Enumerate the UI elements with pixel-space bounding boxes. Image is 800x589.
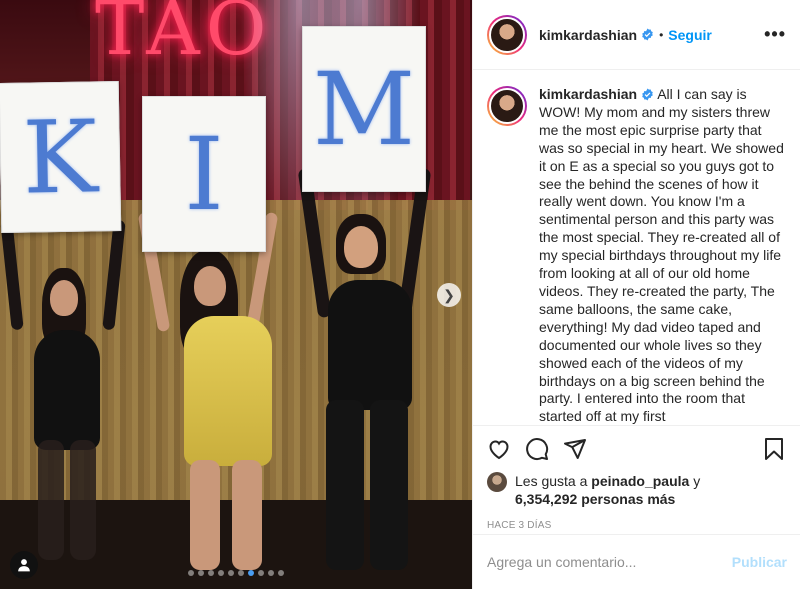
liker-username[interactable]: peinado_paula bbox=[591, 473, 689, 489]
avatar[interactable] bbox=[487, 14, 527, 55]
separator: • bbox=[659, 27, 664, 42]
post-actions-section: Les gusta a peinado_paula y 6,354,292 pe… bbox=[473, 425, 800, 538]
carousel-dot bbox=[278, 570, 284, 576]
carousel-dot bbox=[258, 570, 264, 576]
post-header: kimkardashian • Seguir ••• bbox=[473, 0, 800, 70]
carousel-dot bbox=[218, 570, 224, 576]
heart-icon[interactable] bbox=[487, 437, 511, 461]
bookmark-icon[interactable] bbox=[762, 437, 786, 461]
likes-summary: Les gusta a peinado_paula y 6,354,292 pe… bbox=[487, 472, 786, 508]
next-arrow-icon[interactable]: ❯ bbox=[437, 283, 461, 307]
action-bar bbox=[487, 426, 786, 472]
instagram-post: TAO K I M ❯ kimkardashian • Seguir ••• k… bbox=[0, 0, 800, 589]
likes-count[interactable]: 6,354,292 bbox=[515, 491, 577, 507]
carousel-dot bbox=[208, 570, 214, 576]
likes-text: Les gusta a peinado_paula y 6,354,292 pe… bbox=[515, 472, 700, 508]
paper-plane-icon[interactable] bbox=[563, 437, 587, 461]
header-username[interactable]: kimkardashian bbox=[539, 27, 637, 43]
comment-box: Publicar bbox=[473, 534, 800, 589]
carousel-dot bbox=[268, 570, 274, 576]
likes-conjunction: y bbox=[693, 473, 701, 489]
carousel-dot bbox=[188, 570, 194, 576]
verified-badge-icon bbox=[642, 28, 653, 41]
carousel-dot bbox=[228, 570, 234, 576]
post-details-panel: kimkardashian • Seguir ••• kimkardashian… bbox=[472, 0, 800, 589]
more-options-icon[interactable]: ••• bbox=[764, 24, 786, 45]
sign-letter-m: M bbox=[302, 26, 426, 192]
follow-button[interactable]: Seguir bbox=[668, 27, 712, 43]
carousel-indicator bbox=[188, 570, 284, 576]
caption-username[interactable]: kimkardashian bbox=[539, 86, 637, 102]
avatar[interactable] bbox=[487, 86, 527, 126]
likes-suffix[interactable]: personas más bbox=[581, 491, 675, 507]
carousel-dot bbox=[238, 570, 244, 576]
carousel-dot bbox=[248, 570, 254, 576]
verified-badge-icon bbox=[642, 88, 653, 101]
comment-input[interactable] bbox=[487, 554, 732, 570]
comment-icon[interactable] bbox=[525, 437, 549, 461]
tagged-user-icon[interactable] bbox=[10, 551, 38, 579]
sign-letter-k: K bbox=[0, 80, 122, 234]
likes-prefix: Les gusta a bbox=[515, 473, 588, 489]
avatar[interactable] bbox=[487, 472, 507, 492]
sign-letter-i: I bbox=[142, 96, 266, 252]
caption-text: All I can say is WOW! My mom and my sist… bbox=[539, 86, 784, 425]
post-photo[interactable]: TAO K I M ❯ bbox=[0, 0, 472, 589]
carousel-dot bbox=[198, 570, 204, 576]
caption: kimkardashian All I can say is WOW! My m… bbox=[539, 86, 786, 425]
publish-button[interactable]: Publicar bbox=[732, 554, 787, 570]
caption-area: kimkardashian All I can say is WOW! My m… bbox=[473, 70, 800, 425]
